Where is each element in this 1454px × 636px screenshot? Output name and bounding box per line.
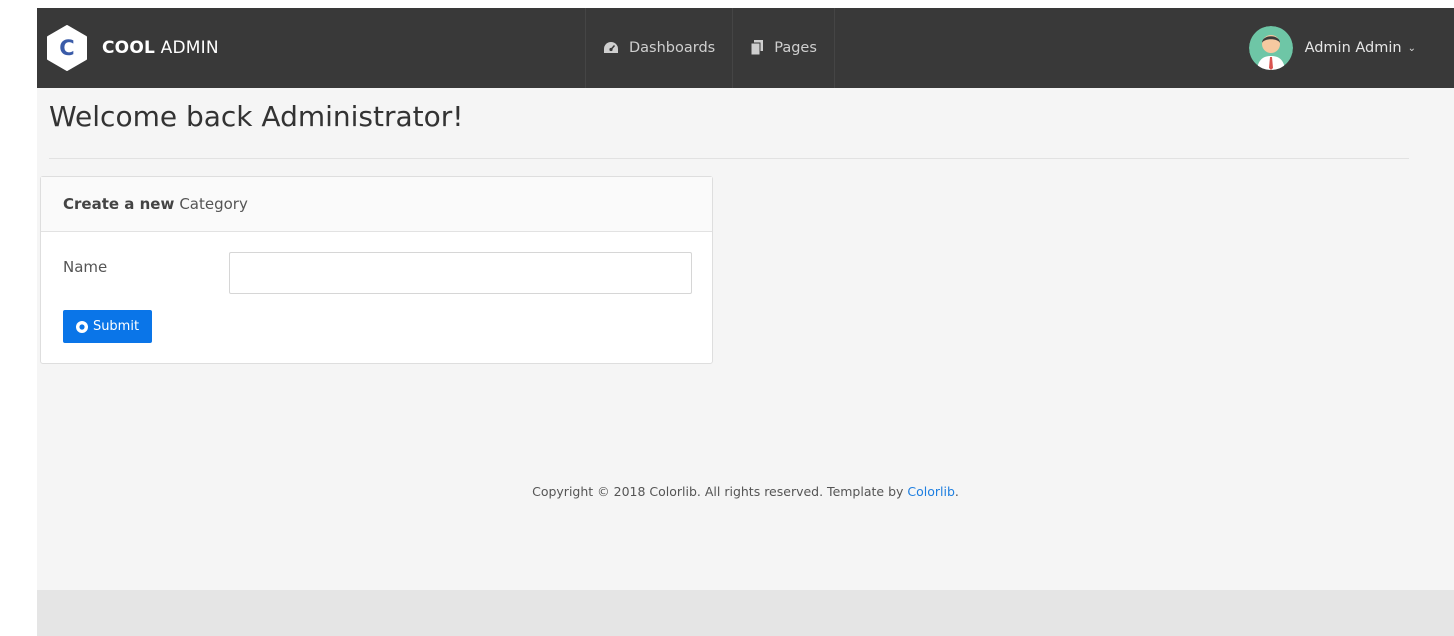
footer-text: Copyright © 2018 Colorlib. All rights re… [532,484,908,499]
card-title-rest: Category [179,195,248,213]
nav-item-dashboards[interactable]: Dashboards [585,8,732,88]
brand-name-light: ADMIN [160,38,219,58]
brand-name-bold: COOL [102,38,156,58]
create-category-card: Create a new Category Name Submit [40,176,713,364]
nav-item-label: Pages [774,40,817,56]
card-header: Create a new Category [41,177,712,232]
top-header: C COOL ADMIN Dashboards Pages Admin Admi… [37,8,1454,88]
footer-link-colorlib[interactable]: Colorlib [907,484,955,499]
submit-label: Submit [92,319,140,334]
footer-suffix: . [954,484,959,499]
name-label: Name [63,258,108,276]
form-row-name: Name [63,252,692,294]
main-nav: Dashboards Pages [585,8,835,88]
avatar [1248,26,1293,70]
dot-circle-icon [75,320,88,333]
name-input[interactable] [229,252,692,294]
brand-name: COOL ADMIN [102,38,219,58]
tachometer-icon [603,41,619,55]
title-divider [49,158,1409,159]
footer: Copyright © 2018 Colorlib. All rights re… [37,484,1454,499]
copy-icon [750,40,764,56]
brand-logo[interactable]: C COOL ADMIN [46,25,219,71]
bottom-band [37,590,1454,636]
logo-letter: C [59,36,75,60]
logo-hexagon-icon: C [46,25,88,71]
app-frame: C COOL ADMIN Dashboards Pages Admin Admi… [37,8,1454,636]
account-name: Admin Admin [1304,40,1402,56]
nav-item-pages[interactable]: Pages [732,8,835,88]
chevron-down-icon: ⌄ [1407,42,1416,54]
page-title: Welcome back Administrator! [49,100,464,133]
submit-button[interactable]: Submit [63,310,152,343]
card-title-bold: Create a new [63,195,175,213]
nav-item-label: Dashboards [629,40,716,56]
account-menu[interactable]: Admin Admin ⌄ [1248,26,1416,70]
